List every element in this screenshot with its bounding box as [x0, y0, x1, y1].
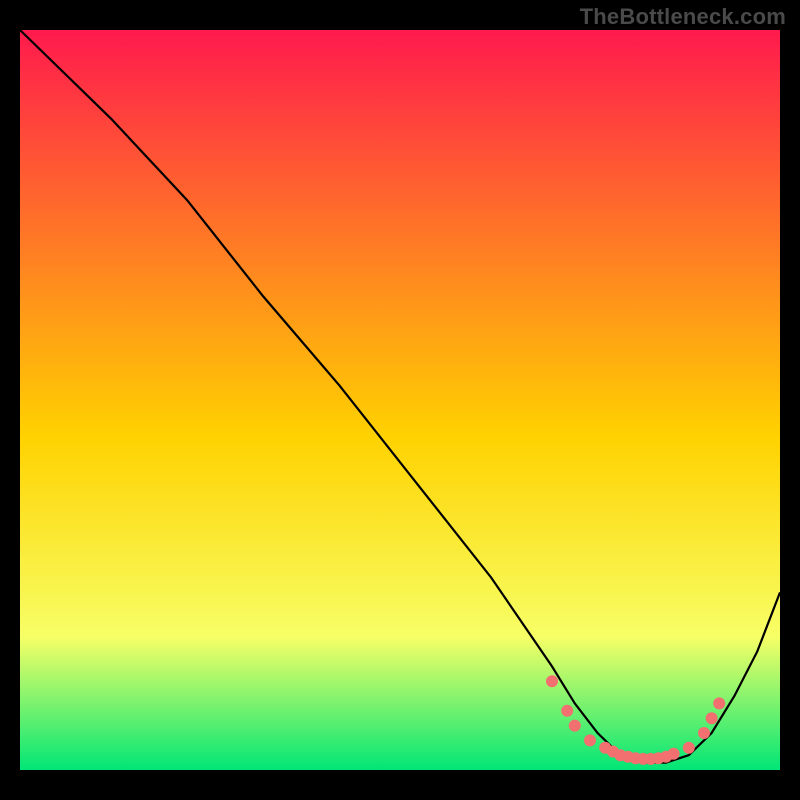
marker-dot	[546, 675, 558, 687]
watermark-text: TheBottleneck.com	[580, 4, 786, 30]
bottleneck-chart	[0, 0, 800, 800]
marker-dot	[683, 742, 695, 754]
marker-dot	[713, 697, 725, 709]
plot-background	[20, 30, 780, 770]
marker-dot	[706, 712, 718, 724]
marker-dot	[561, 705, 573, 717]
marker-dot	[668, 748, 680, 760]
chart-stage: TheBottleneck.com	[0, 0, 800, 800]
marker-dot	[584, 734, 596, 746]
marker-dot	[698, 727, 710, 739]
marker-dot	[569, 720, 581, 732]
